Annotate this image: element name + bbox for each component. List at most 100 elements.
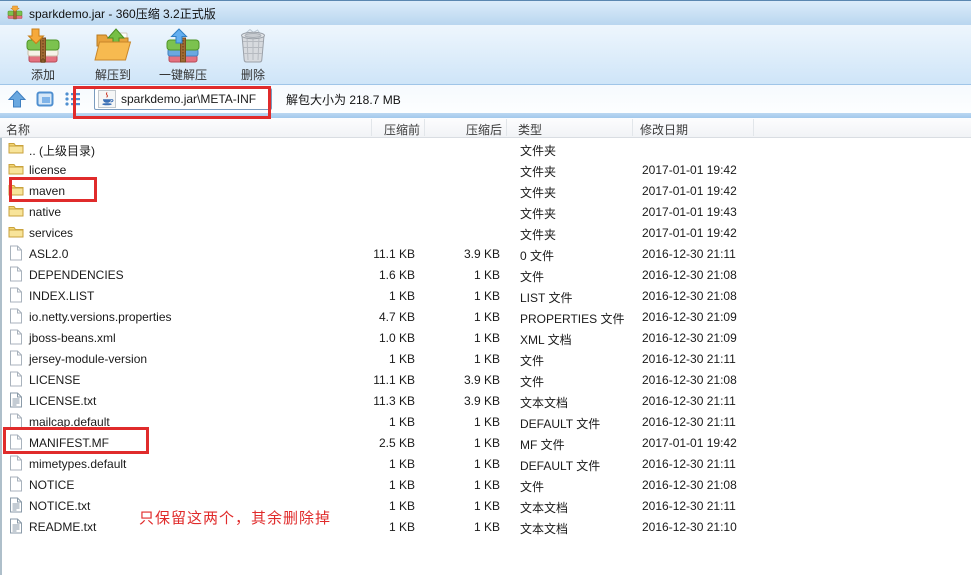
header-divider — [371, 119, 372, 136]
folder-icon — [8, 224, 24, 240]
file-date: 2016-12-30 21:09 — [642, 310, 737, 324]
file-type: XML 文档 — [520, 333, 572, 347]
table-row[interactable]: LICENSE.txt 11.3 KB 3.9 KB 文本文档 2016-12-… — [2, 390, 969, 411]
table-row[interactable]: maven 文件夹 2017-01-01 19:42 — [2, 180, 969, 201]
current-path: sparkdemo.jar\META-INF — [121, 92, 257, 106]
table-row[interactable]: io.netty.versions.properties 4.7 KB 1 KB… — [2, 306, 969, 327]
extract-to-button[interactable]: 解压到 — [78, 25, 148, 85]
file-icon — [8, 308, 24, 324]
file-date: 2016-12-30 21:11 — [642, 457, 736, 471]
header-divider — [632, 119, 633, 136]
extract-to-button-label: 解压到 — [94, 68, 131, 82]
file-date: 2017-01-01 19:42 — [642, 436, 737, 450]
file-size-before: 11.1 KB — [373, 373, 415, 387]
unpacked-size-text: 解包大小为 218.7 MB — [286, 92, 401, 107]
file-name: NOTICE — [29, 478, 75, 492]
table-row[interactable]: README.txt 1 KB 1 KB 文本文档 2016-12-30 21:… — [2, 516, 969, 537]
file-type: 文件夹 — [520, 186, 557, 200]
table-row[interactable]: ASL2.0 11.1 KB 3.9 KB 0 文件 2016-12-30 21… — [2, 243, 969, 264]
file-date: 2016-12-30 21:08 — [642, 289, 737, 303]
header-date[interactable]: 修改日期 — [640, 121, 688, 138]
file-icon — [8, 371, 24, 387]
360zip-window: sparkdemo.jar - 360压缩 3.2正式版 添加 解压到 一键解压… — [0, 0, 971, 575]
file-name: LICENSE.txt — [29, 394, 97, 408]
file-name: license — [29, 163, 67, 177]
file-date: 2016-12-30 21:11 — [642, 352, 736, 366]
header-divider — [753, 119, 754, 136]
delete-icon — [241, 28, 265, 63]
table-row[interactable]: DEPENDENCIES 1.6 KB 1 KB 文件 2016-12-30 2… — [2, 264, 969, 285]
list-view-icon[interactable] — [62, 89, 84, 109]
titlebar: sparkdemo.jar - 360压缩 3.2正式版 — [0, 0, 971, 25]
file-icon — [8, 245, 24, 261]
one-click-extract-button[interactable]: 一键解压 — [148, 25, 218, 85]
file-size-before: 1 KB — [388, 289, 415, 303]
file-type: MF 文件 — [520, 438, 565, 452]
file-date: 2016-12-30 21:11 — [642, 394, 736, 408]
file-date: 2016-12-30 21:08 — [642, 373, 737, 387]
table-row[interactable]: MANIFEST.MF 2.5 KB 1 KB MF 文件 2017-01-01… — [2, 432, 969, 453]
table-row[interactable]: jboss-beans.xml 1.0 KB 1 KB XML 文档 2016-… — [2, 327, 969, 348]
header-type[interactable]: 类型 — [518, 121, 542, 138]
file-type: DEFAULT 文件 — [520, 459, 601, 473]
file-type: 文件夹 — [520, 165, 557, 179]
table-row[interactable]: mailcap.default 1 KB 1 KB DEFAULT 文件 201… — [2, 411, 969, 432]
file-name: services — [29, 226, 74, 240]
file-size-before: 4.7 KB — [378, 310, 415, 324]
file-name: ASL2.0 — [29, 247, 69, 261]
file-date: 2016-12-30 21:11 — [642, 499, 736, 513]
file-type: 文件夹 — [520, 228, 557, 242]
file-size-after: 1 KB — [473, 457, 500, 471]
360zip-app-icon — [7, 5, 23, 20]
file-type: 文本文档 — [520, 396, 569, 410]
file-icon — [8, 266, 24, 282]
up-icon[interactable] — [6, 89, 28, 109]
delete-button[interactable]: 删除 — [218, 25, 288, 85]
address-bar: sparkdemo.jar\META-INF 解包大小为 218.7 MB — [0, 85, 971, 113]
file-size-after: 1 KB — [473, 499, 500, 513]
table-row[interactable]: NOTICE.txt 1 KB 1 KB 文本文档 2016-12-30 21:… — [2, 495, 969, 516]
file-size-after: 1 KB — [473, 415, 500, 429]
file-type: 文件 — [520, 354, 545, 368]
file-type: 文件 — [520, 480, 545, 494]
table-row[interactable]: license 文件夹 2017-01-01 19:42 — [2, 159, 969, 180]
header-divider — [506, 119, 507, 136]
file-size-before: 11.1 KB — [373, 247, 415, 261]
folder-icon — [8, 182, 24, 198]
table-row[interactable]: jersey-module-version 1 KB 1 KB 文件 2016-… — [2, 348, 969, 369]
table-row[interactable]: LICENSE 11.1 KB 3.9 KB 文件 2016-12-30 21:… — [2, 369, 969, 390]
table-row[interactable]: .. (上级目录) 文件夹 — [2, 138, 969, 159]
path-input[interactable]: sparkdemo.jar\META-INF — [94, 88, 272, 110]
file-icon — [8, 413, 24, 429]
table-row[interactable]: services 文件夹 2017-01-01 19:42 — [2, 222, 969, 243]
file-size-before: 2.5 KB — [378, 436, 415, 450]
file-name: mimetypes.default — [29, 457, 127, 471]
table-row[interactable]: NOTICE 1 KB 1 KB 文件 2016-12-30 21:08 — [2, 474, 969, 495]
text-file-icon — [8, 497, 24, 513]
file-icon — [8, 287, 24, 303]
view-mode-icon[interactable] — [34, 89, 56, 109]
table-row[interactable]: native 文件夹 2017-01-01 19:43 — [2, 201, 969, 222]
one-click-extract-icon — [166, 28, 200, 63]
file-size-after: 1 KB — [473, 436, 500, 450]
file-type: 文本文档 — [520, 522, 569, 536]
file-icon — [8, 434, 24, 450]
table-row[interactable]: mimetypes.default 1 KB 1 KB DEFAULT 文件 2… — [2, 453, 969, 474]
table-row[interactable]: INDEX.LIST 1 KB 1 KB LIST 文件 2016-12-30 … — [2, 285, 969, 306]
file-size-before: 1 KB — [388, 415, 415, 429]
add-button[interactable]: 添加 — [8, 25, 78, 85]
file-list: .. (上级目录) 文件夹 license 文件夹 2017-01-01 19:… — [0, 138, 969, 575]
file-type: 0 文件 — [520, 249, 555, 263]
file-size-after: 3.9 KB — [463, 373, 500, 387]
file-name: mailcap.default — [29, 415, 110, 429]
add-to-archive-icon — [26, 28, 60, 63]
one-click-extract-button-label: 一键解压 — [158, 68, 207, 82]
header-name[interactable]: 名称 — [6, 121, 30, 138]
header-size-after[interactable]: 压缩后 — [430, 121, 502, 138]
file-size-after: 1 KB — [473, 352, 500, 366]
file-date: 2016-12-30 21:11 — [642, 415, 736, 429]
file-name: MANIFEST.MF — [29, 436, 109, 450]
file-type: 文件 — [520, 270, 545, 284]
file-name: jersey-module-version — [29, 352, 148, 366]
header-size-before[interactable]: 压缩前 — [330, 121, 420, 138]
